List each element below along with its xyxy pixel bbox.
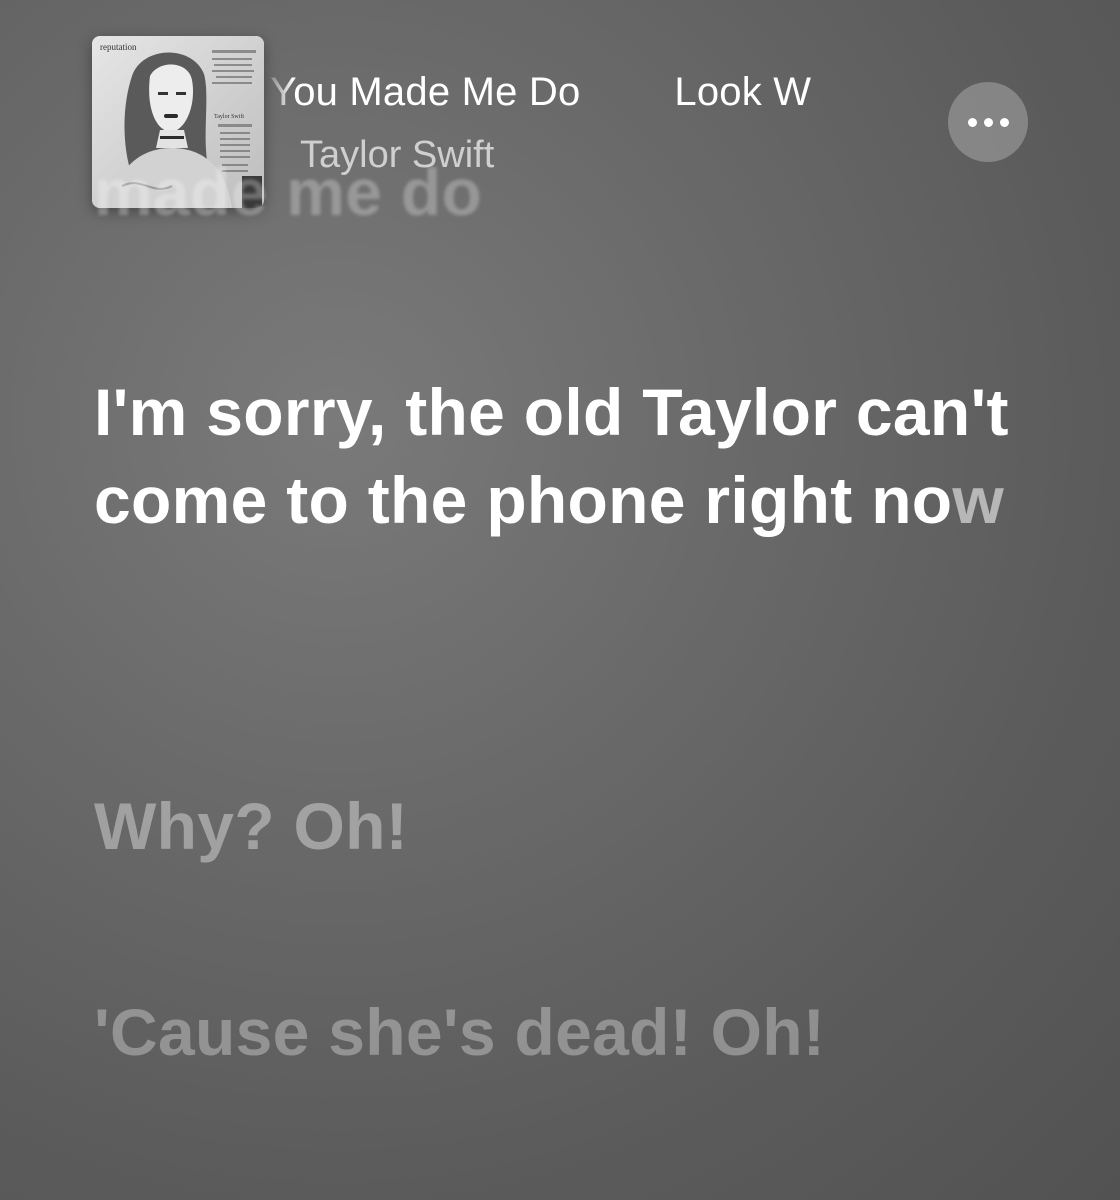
lyric-line-following[interactable]: 'Cause she's dead! Oh! — [94, 988, 1054, 1076]
lyric-line-current[interactable]: I'm sorry, the old Taylor can't come to … — [94, 368, 1054, 544]
lyric-text-current: I'm sorry, the old Taylor can't come to … — [94, 375, 1009, 537]
album-name-text: Taylor Swift — [214, 113, 244, 120]
lyric-line-previous[interactable]: made me do — [94, 166, 1054, 226]
next-song-title: Look W — [674, 70, 812, 114]
more-options-button[interactable] — [948, 82, 1028, 162]
song-title: You Made Me Do — [270, 70, 581, 114]
lyric-text-previous: made me do — [94, 166, 483, 226]
lyric-text-current-tail: w — [952, 463, 1005, 537]
lyrics-view: reputation Taylor Swift You Made Me Do Lo… — [0, 0, 1120, 1200]
song-title-marquee[interactable]: You Made Me Do Look W — [264, 64, 878, 124]
album-label-text: reputation — [100, 42, 137, 52]
ellipsis-icon — [983, 117, 993, 127]
ellipsis-icon — [999, 117, 1009, 127]
ellipsis-icon — [967, 117, 977, 127]
lyric-line-next[interactable]: Why? Oh! — [94, 782, 1054, 870]
lyrics-list[interactable]: made me do I'm sorry, the old Taylor can… — [0, 166, 1120, 1200]
